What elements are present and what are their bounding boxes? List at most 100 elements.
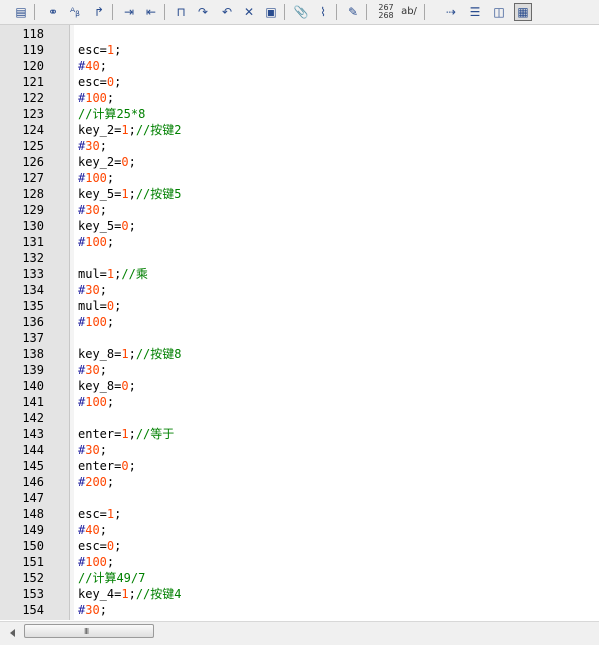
new-file-icon[interactable]: ▤: [12, 3, 30, 21]
paperclip-icon[interactable]: 📎: [292, 3, 310, 21]
code-line[interactable]: 145 enter=0;: [0, 458, 599, 474]
code-line[interactable]: 139 #30;: [0, 362, 599, 378]
line-numbers-icon[interactable]: ☰: [466, 3, 484, 21]
code-line[interactable]: 126 key_2=0;: [0, 154, 599, 170]
line-number: 131: [22, 235, 44, 249]
code-line[interactable]: 141 #100;: [0, 394, 599, 410]
wrap-arrow-icon[interactable]: ⇢: [442, 3, 460, 21]
find-icon[interactable]: ⚭: [44, 3, 62, 21]
code-line[interactable]: 152 //计算49/7: [0, 570, 599, 586]
code-line[interactable]: 153 key_4=1;//按键4: [0, 586, 599, 602]
code-token: ;: [114, 75, 122, 89]
code-text: #40;: [78, 522, 107, 538]
goto-icon[interactable]: ↱: [90, 3, 108, 21]
code-line[interactable]: 127 #100;: [0, 170, 599, 186]
indent-icon[interactable]: ⇥: [120, 3, 138, 21]
spell-check-icon[interactable]: ab/: [398, 3, 420, 21]
code-token: 200: [85, 475, 107, 489]
code-editor[interactable]: 118 119 esc=1; 120 #40; 121 esc=0; 122 #100; 123/…: [0, 25, 599, 620]
code-token: ;: [128, 219, 136, 233]
code-line[interactable]: 120 #40;: [0, 58, 599, 74]
code-line[interactable]: 128 key_5=1;//按键5: [0, 186, 599, 202]
bookmark-clear-icon[interactable]: ✕: [240, 3, 258, 21]
code-text: #30;: [78, 442, 107, 458]
code-token: ;: [99, 523, 107, 537]
code-line[interactable]: 151 #100;: [0, 554, 599, 570]
code-token: ;: [128, 587, 136, 601]
outdent-icon[interactable]: ⇤: [142, 3, 160, 21]
code-line[interactable]: 149 #40;: [0, 522, 599, 538]
line-number: 121: [22, 75, 44, 89]
code-token: key_4=: [78, 587, 122, 601]
ruler-icon[interactable]: ▦: [514, 3, 532, 21]
code-line[interactable]: 136 #100;: [0, 314, 599, 330]
code-token: //按键4: [135, 587, 182, 601]
code-line[interactable]: 150 esc=0;: [0, 538, 599, 554]
code-line[interactable]: 154 #30;: [0, 602, 599, 618]
code-token: ;: [99, 203, 107, 217]
code-token: ;: [128, 347, 136, 361]
code-token: esc=: [78, 507, 107, 521]
code-line[interactable]: 132: [0, 250, 599, 266]
scroll-icon[interactable]: ⌇: [314, 3, 332, 21]
code-line[interactable]: 124 key_2=1;//按键2: [0, 122, 599, 138]
code-line[interactable]: 135 mul=0;: [0, 298, 599, 314]
word-count-icon[interactable]: 267 268: [374, 3, 398, 21]
code-text: key_2=1;//按键2: [78, 122, 182, 138]
line-number: 146: [22, 475, 44, 489]
code-line[interactable]: 138 key_8=1;//按键8: [0, 346, 599, 362]
bookmark-clear-all-icon[interactable]: ▣: [262, 3, 280, 21]
bookmark-prev-icon[interactable]: ↶: [218, 3, 236, 21]
code-line[interactable]: 142: [0, 410, 599, 426]
code-text: #30;: [78, 138, 107, 154]
code-line[interactable]: 146 #200;: [0, 474, 599, 490]
code-line[interactable]: 122 #100;: [0, 90, 599, 106]
code-text: esc=0;: [78, 538, 121, 554]
horizontal-scrollbar[interactable]: III: [0, 621, 599, 645]
code-line[interactable]: 133 mul=1;//乘: [0, 266, 599, 282]
code-token: 100: [85, 235, 107, 249]
column-icon[interactable]: ◫: [490, 3, 508, 21]
find-replace-icon[interactable]: ᴬᵦ: [66, 3, 84, 21]
code-line[interactable]: 147: [0, 490, 599, 506]
code-token: 30: [85, 139, 100, 153]
code-token: 1: [121, 587, 129, 601]
code-line[interactable]: 143 enter=1;//等于: [0, 426, 599, 442]
code-text: #100;: [78, 90, 114, 106]
code-text: //计算49/7: [78, 570, 145, 586]
code-line[interactable]: 119 esc=1;: [0, 42, 599, 58]
code-token: 30: [85, 203, 100, 217]
bookmark-icon[interactable]: ⊓: [172, 3, 190, 21]
bookmark-next-icon[interactable]: ↷: [194, 3, 212, 21]
code-line[interactable]: 134 #30;: [0, 282, 599, 298]
code-line[interactable]: 130 key_5=0;: [0, 218, 599, 234]
code-line[interactable]: 129 #30;: [0, 202, 599, 218]
code-token: //等于: [135, 427, 175, 441]
code-text: #30;: [78, 602, 107, 618]
toolbar-separator: [164, 4, 165, 20]
code-text: enter=1;//等于: [78, 426, 174, 442]
code-token: ;: [114, 43, 122, 57]
code-line[interactable]: 140 key_8=0;: [0, 378, 599, 394]
line-number: 133: [22, 267, 44, 281]
code-line[interactable]: 118: [0, 26, 599, 42]
code-token: 30: [85, 363, 100, 377]
code-token: enter=: [78, 459, 122, 473]
code-token: 100: [85, 395, 107, 409]
code-line[interactable]: 121 esc=0;: [0, 74, 599, 90]
scroll-left-arrow-icon[interactable]: [10, 629, 15, 637]
line-number: 143: [22, 427, 44, 441]
code-line[interactable]: 137: [0, 330, 599, 346]
edit-pen-icon[interactable]: ✎: [344, 3, 362, 21]
code-line[interactable]: 148 esc=1;: [0, 506, 599, 522]
code-text: esc=0;: [78, 74, 121, 90]
code-line[interactable]: 123 //计算25*8: [0, 106, 599, 122]
scrollbar-thumb[interactable]: III: [24, 624, 154, 638]
code-token: key_2=: [78, 155, 122, 169]
code-token: key_5=: [78, 219, 122, 233]
code-token: mul=: [78, 267, 107, 281]
code-token: ;: [106, 395, 115, 409]
code-line[interactable]: 125 #30;: [0, 138, 599, 154]
code-line[interactable]: 144 #30;: [0, 442, 599, 458]
code-line[interactable]: 131 #100;: [0, 234, 599, 250]
